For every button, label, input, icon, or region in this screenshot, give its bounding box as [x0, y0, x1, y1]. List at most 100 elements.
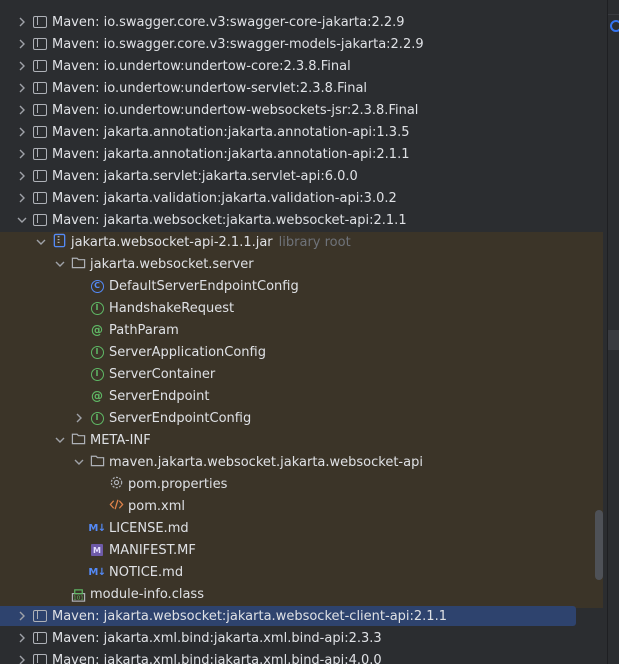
chevron-down-icon[interactable]	[33, 231, 49, 253]
no-chevron	[71, 319, 87, 341]
folder-icon	[70, 432, 86, 448]
markdown-icon: M↓	[88, 566, 106, 578]
tree-node[interactable]: M MANIFEST.MF	[0, 539, 587, 561]
library-node[interactable]: Maven: jakarta.servlet:jakarta.servlet-a…	[0, 165, 587, 187]
editor-pane-edge	[608, 0, 619, 664]
chevron-right-icon[interactable]	[14, 77, 30, 99]
tree-node[interactable]: I HandshakeRequest	[0, 297, 587, 319]
chevron-down-icon[interactable]	[14, 209, 30, 231]
jar-icon	[51, 233, 67, 250]
no-chevron	[71, 517, 87, 539]
markdown-icon: M↓	[88, 522, 106, 534]
library-node[interactable]: Maven: jakarta.xml.bind:jakarta.xml.bind…	[0, 649, 587, 664]
chevron-right-icon[interactable]	[14, 627, 30, 649]
interface-icon: I	[89, 366, 105, 382]
chevron-right-icon[interactable]	[14, 55, 30, 77]
library-icon	[32, 168, 48, 184]
vertical-scrollbar[interactable]	[595, 510, 603, 580]
node-label: Maven: io.undertow:undertow-servlet:2.3.…	[52, 80, 368, 96]
library-node[interactable]: Maven: io.swagger.core.v3:swagger-models…	[0, 33, 587, 55]
interface-icon: I	[89, 344, 105, 360]
node-label: LICENSE.md	[109, 520, 189, 536]
chevron-right-icon[interactable]	[14, 121, 30, 143]
node-label: Maven: jakarta.xml.bind:jakarta.xml.bind…	[52, 630, 382, 646]
library-node[interactable]: Maven: jakarta.websocket:jakarta.websock…	[0, 209, 587, 231]
chevron-right-icon[interactable]	[14, 187, 30, 209]
library-node[interactable]: Maven: io.undertow:undertow-core:2.3.8.F…	[0, 55, 587, 77]
library-node[interactable]: Maven: jakarta.annotation:jakarta.annota…	[0, 143, 587, 165]
chevron-right-icon[interactable]	[14, 165, 30, 187]
tree-node[interactable]: META-INF	[0, 429, 587, 451]
chevron-down-icon[interactable]	[71, 451, 87, 473]
xml-icon	[108, 498, 124, 514]
manifest-icon: M	[89, 542, 105, 558]
library-node[interactable]: Maven: io.undertow:undertow-servlet:2.3.…	[0, 77, 587, 99]
chevron-right-icon[interactable]	[14, 605, 30, 627]
no-chevron	[71, 341, 87, 363]
annotation-icon: @	[91, 323, 103, 337]
no-chevron	[71, 539, 87, 561]
tree-node[interactable]: pom.properties	[0, 473, 587, 495]
node-label: ServerEndpointConfig	[109, 410, 252, 426]
tool-window-header	[0, 0, 603, 6]
node-label: pom.properties	[128, 476, 228, 492]
tree-node[interactable]: M↓ LICENSE.md	[0, 517, 587, 539]
tree-node[interactable]: @ PathParam	[0, 319, 587, 341]
library-icon	[32, 146, 48, 162]
tree-node[interactable]: maven.jakarta.websocket.jakarta.websocke…	[0, 451, 587, 473]
node-label: Maven: jakarta.websocket:jakarta.websock…	[52, 212, 407, 228]
tree-node[interactable]: I ServerContainer	[0, 363, 587, 385]
library-node[interactable]: Maven: jakarta.xml.bind:jakarta.xml.bind…	[0, 627, 587, 649]
library-icon	[32, 630, 48, 646]
library-icon	[32, 124, 48, 140]
chevron-right-icon[interactable]	[14, 143, 30, 165]
library-node[interactable]: Maven: jakarta.annotation:jakarta.annota…	[0, 121, 587, 143]
node-label: Maven: jakarta.annotation:jakarta.annota…	[52, 124, 410, 140]
node-hint: library root	[278, 234, 351, 250]
node-label: ServerEndpoint	[109, 388, 210, 404]
tree-node[interactable]: pom.xml	[0, 495, 587, 517]
editor-tab-border	[608, 14, 619, 15]
node-label: Maven: io.undertow:undertow-core:2.3.8.F…	[52, 58, 351, 74]
tree-node[interactable]: I ServerApplicationConfig	[0, 341, 587, 363]
tree-node[interactable]: jakarta.websocket-api-2.1.1.jar library r…	[0, 231, 587, 253]
chevron-right-icon[interactable]	[14, 99, 30, 121]
node-label: jakarta.websocket-api-2.1.1.jar	[71, 234, 273, 250]
tree-node[interactable]: @ ServerEndpoint	[0, 385, 587, 407]
library-icon	[32, 14, 48, 30]
chevron-right-icon[interactable]	[14, 11, 30, 33]
chevron-right-icon[interactable]	[14, 33, 30, 55]
library-node[interactable]: Maven: io.undertow:undertow-websockets-j…	[0, 99, 587, 121]
node-label: maven.jakarta.websocket.jakarta.websocke…	[109, 454, 423, 470]
node-label: Maven: jakarta.annotation:jakarta.annota…	[52, 146, 410, 162]
tree-node[interactable]: M↓ NOTICE.md	[0, 561, 587, 583]
chevron-down-icon[interactable]	[52, 429, 68, 451]
no-chevron	[71, 363, 87, 385]
folder-icon	[89, 454, 105, 470]
tree-node[interactable]: I ServerEndpointConfig	[0, 407, 587, 429]
library-icon	[32, 212, 48, 228]
node-label: Maven: jakarta.xml.bind:jakarta.xml.bind…	[52, 652, 382, 664]
chevron-right-icon[interactable]	[14, 649, 30, 664]
editor-tab-icon[interactable]	[610, 20, 619, 32]
node-label: META-INF	[90, 432, 151, 448]
tree-node[interactable]: C DefaultServerEndpointConfig	[0, 275, 587, 297]
library-icon	[32, 652, 48, 664]
library-node[interactable]: Maven: io.swagger.core.v3:swagger-core-j…	[0, 11, 587, 33]
tree-node[interactable]: jakarta.websocket.server	[0, 253, 587, 275]
node-label: module-info.class	[90, 586, 204, 602]
node-label: Maven: jakarta.validation:jakarta.valida…	[52, 190, 397, 206]
editor-gutter-block	[608, 330, 619, 350]
tree-node[interactable]: 101 module-info.class	[0, 583, 587, 605]
node-label: pom.xml	[128, 498, 185, 514]
chevron-right-icon[interactable]	[71, 407, 87, 429]
node-label: jakarta.websocket.server	[90, 256, 254, 272]
library-icon	[32, 80, 48, 96]
library-node[interactable]: Maven: jakarta.websocket:jakarta.websock…	[0, 605, 587, 627]
library-node[interactable]: Maven: jakarta.validation:jakarta.valida…	[0, 187, 587, 209]
interface-icon: I	[89, 300, 105, 316]
no-chevron	[90, 495, 106, 517]
no-chevron	[71, 385, 87, 407]
annotation-icon: @	[91, 389, 103, 403]
chevron-down-icon[interactable]	[52, 253, 68, 275]
